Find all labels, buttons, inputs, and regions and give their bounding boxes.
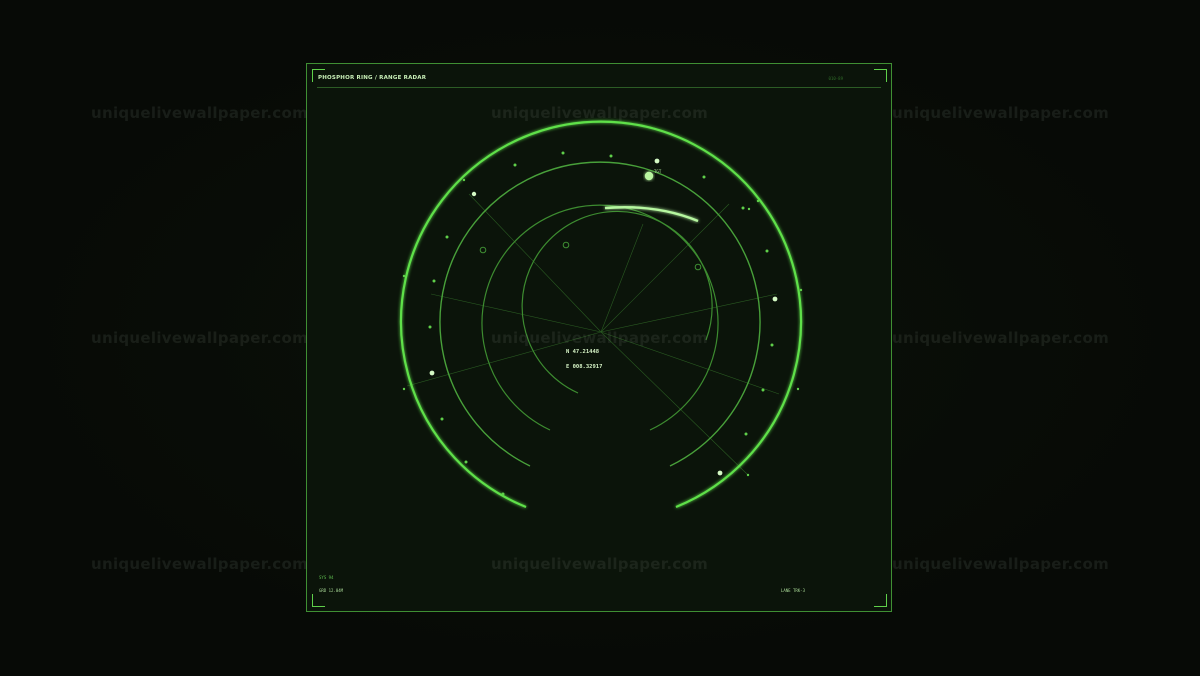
contact-blip[interactable] [644, 171, 654, 181]
radar-spokes [406, 193, 780, 475]
coord-east: E 008.32917 [566, 364, 603, 370]
ring-inner [521, 210, 713, 394]
coord-north: N 47.21448 [566, 349, 600, 355]
watermark-text: uniquelivewallpaper.com [892, 329, 1110, 347]
watermark-text: uniquelivewallpaper.com [892, 104, 1110, 122]
footer-sys: SYS 94 [319, 575, 334, 580]
footer-grid: GRD 12.04M [319, 588, 344, 593]
wallpaper-stage: PHOSPHOR RING / RANGE RADAR 010-89 TGT N… [0, 0, 1200, 676]
ring-outer [399, 120, 803, 509]
contact-label: TGT [654, 169, 662, 174]
watermark-text: uniquelivewallpaper.com [892, 555, 1110, 573]
footer-lane: LANE TRK-3 [780, 588, 805, 593]
watermark-text: uniquelivewallpaper.com [91, 329, 309, 347]
ring-second [481, 204, 719, 431]
watermark-text: uniquelivewallpaper.com [91, 104, 309, 122]
blip-dots [402, 151, 803, 496]
watermark-text: uniquelivewallpaper.com [91, 555, 309, 573]
radar-panel: PHOSPHOR RING / RANGE RADAR 010-89 TGT N… [306, 63, 892, 612]
radar-display [399, 120, 803, 509]
sweep-arc [604, 206, 699, 223]
